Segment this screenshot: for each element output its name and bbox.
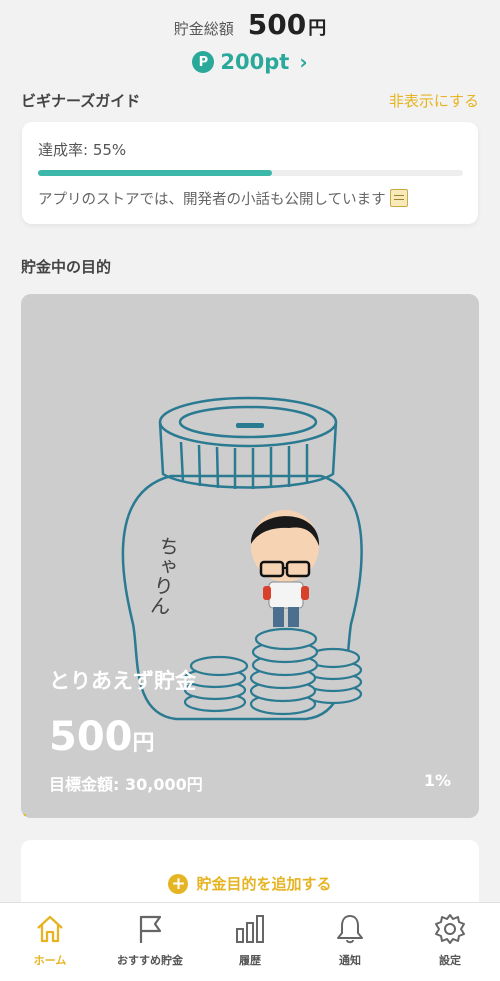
total-savings-label: 貯金総額 (173, 20, 234, 38)
memo-icon (389, 189, 408, 207)
goal-name: とりあえず貯金 (49, 669, 196, 693)
total-savings-value: 500 (247, 8, 307, 41)
jar-handwritten-label: ちゃりん (146, 534, 181, 617)
tab-history[interactable]: 履歴 (200, 903, 300, 981)
tab-home[interactable]: ホーム (0, 903, 100, 981)
guide-message: アプリのストアでは、開発者の小話も公開しています (38, 188, 408, 209)
add-goal-label: 貯金目的を追加する (196, 875, 332, 893)
achievement-rate: 達成率: 55% (38, 141, 127, 159)
plus-circle-icon: + (168, 873, 189, 894)
achievement-progress-fill (38, 170, 272, 176)
guide-message-text: アプリのストアでは、開発者の小話も公開しています (38, 192, 386, 208)
points-link[interactable]: P 200pt › (0, 50, 500, 74)
flag-icon (139, 915, 162, 943)
points-value: 200pt (220, 50, 290, 74)
goal-target-amount: 目標金額: 30,000円 (49, 775, 203, 794)
points-badge-icon: P (192, 51, 215, 73)
tab-home-label: ホーム (33, 954, 67, 967)
tab-recommended[interactable]: おすすめ貯金 (100, 903, 200, 981)
achievement-progress-bar (38, 170, 463, 176)
total-savings-unit: 円 (308, 18, 327, 39)
bottom-tab-bar: ホーム おすすめ貯金 履歴 通知 設定 (0, 902, 500, 981)
add-goal-button[interactable]: + 貯金目的を追加する (21, 873, 479, 894)
tab-recommended-label: おすすめ貯金 (117, 954, 183, 967)
home-icon (37, 915, 63, 943)
goal-amount-value: 500 (49, 714, 133, 760)
tab-settings-label: 設定 (439, 954, 461, 967)
chevron-right-icon: › (299, 50, 308, 74)
total-savings: 貯金総額 500 円 (0, 8, 500, 41)
beginners-guide-title: ビギナーズガイド (21, 92, 141, 110)
tab-notifications-label: 通知 (339, 954, 361, 967)
savings-header: 貯金総額 500 円 P 200pt › (0, 0, 500, 80)
goal-percent: 1% (423, 771, 451, 790)
goal-card[interactable]: ちゃりん とりあえず貯金 500円 目標金額: 30,000円 1% (21, 294, 479, 818)
beginners-guide-card[interactable]: 達成率: 55% アプリのストアでは、開発者の小話も公開しています (22, 122, 478, 224)
goal-progress-fill (21, 814, 26, 818)
goal-amount-unit: 円 (132, 731, 155, 756)
tab-history-label: 履歴 (239, 954, 261, 967)
gear-icon (435, 914, 465, 944)
bell-icon (337, 915, 363, 944)
bar-chart-icon (236, 915, 264, 943)
tab-settings[interactable]: 設定 (400, 903, 500, 981)
active-goals-title: 貯金中の目的 (21, 258, 112, 276)
tab-notifications[interactable]: 通知 (300, 903, 400, 981)
goal-amount: 500円 (49, 714, 155, 760)
hide-guide-link[interactable]: 非表示にする (389, 90, 479, 111)
